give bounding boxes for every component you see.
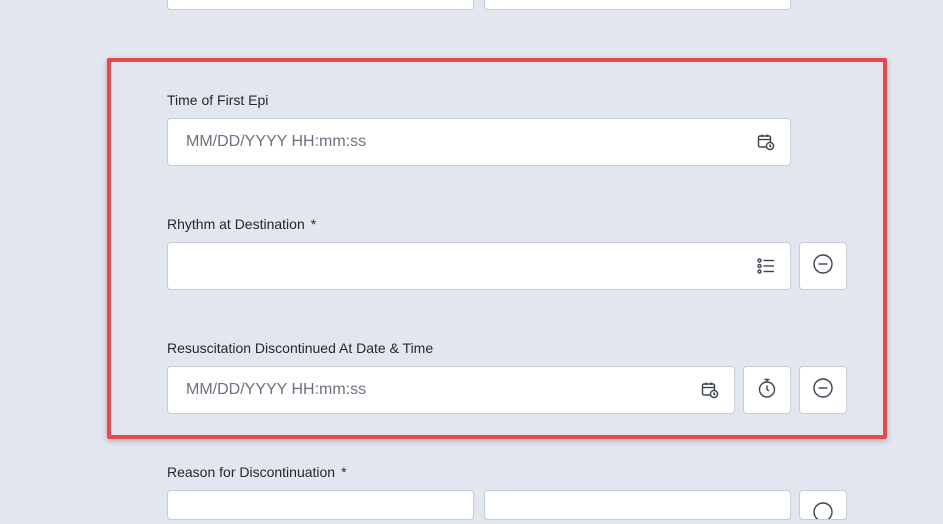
- stopwatch-icon: [756, 377, 778, 404]
- reason-remove-button[interactable]: [799, 490, 847, 522]
- calendar-clock-icon[interactable]: [700, 380, 720, 400]
- resuscitation-discontinued-placeholder: MM/DD/YYYY HH:mm:ss: [186, 381, 367, 398]
- resuscitation-remove-button[interactable]: [799, 366, 847, 414]
- resuscitation-discontinued-input[interactable]: MM/DD/YYYY HH:mm:ss: [167, 366, 735, 414]
- reason-discontinuation-field-right[interactable]: [484, 490, 791, 520]
- reason-discontinuation-label: Reason for Discontinuation *: [167, 464, 347, 480]
- previous-field-right[interactable]: [484, 0, 791, 10]
- required-marker: *: [310, 216, 317, 232]
- reason-discontinuation-label-text: Reason for Discontinuation: [167, 464, 336, 480]
- reason-discontinuation-field-left[interactable]: [167, 490, 474, 520]
- calendar-clock-icon[interactable]: [756, 132, 776, 152]
- required-marker: *: [341, 464, 347, 480]
- time-first-epi-input[interactable]: MM/DD/YYYY HH:mm:ss: [167, 118, 791, 166]
- resuscitation-discontinued-label: Resuscitation Discontinued At Date & Tim…: [167, 340, 433, 356]
- time-first-epi-label: Time of First Epi: [167, 92, 268, 108]
- rhythm-destination-select[interactable]: [167, 242, 791, 290]
- rhythm-destination-label-text: Rhythm at Destination: [167, 216, 305, 232]
- time-first-epi-placeholder: MM/DD/YYYY HH:mm:ss: [186, 133, 367, 150]
- minus-circle-icon: [813, 502, 833, 522]
- list-icon[interactable]: [756, 256, 776, 276]
- minus-circle-icon: [812, 253, 834, 280]
- previous-field-left[interactable]: [167, 0, 474, 10]
- time-first-epi-label-text: Time of First Epi: [167, 92, 269, 108]
- stopwatch-button[interactable]: [743, 366, 791, 414]
- resuscitation-discontinued-label-text: Resuscitation Discontinued At Date & Tim…: [167, 340, 434, 356]
- minus-circle-icon: [812, 377, 834, 404]
- rhythm-destination-remove-button[interactable]: [799, 242, 847, 290]
- rhythm-destination-label: Rhythm at Destination *: [167, 216, 316, 232]
